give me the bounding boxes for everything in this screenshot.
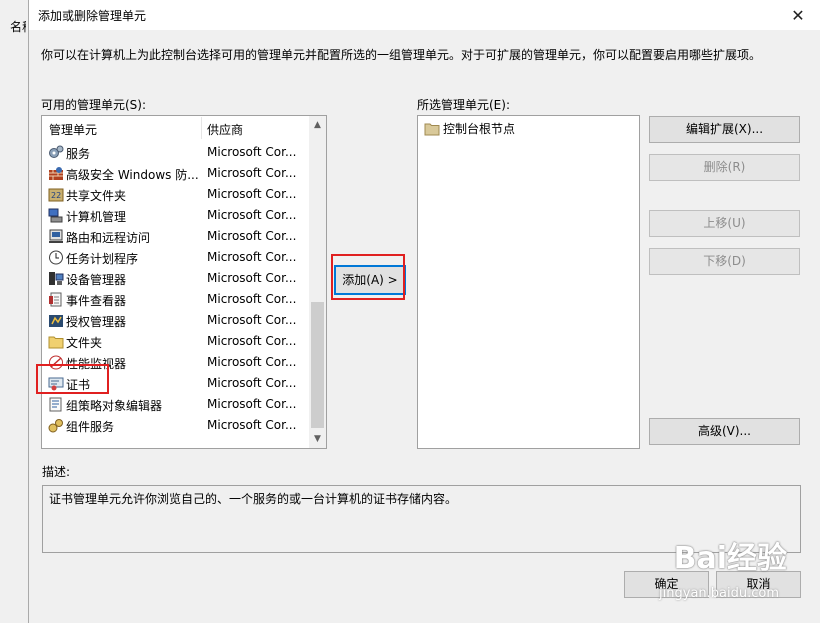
device-manager-icon <box>48 271 64 286</box>
snapin-name: 任务计划程序 <box>66 252 139 266</box>
watermark-brand: Bai经验 <box>673 541 787 576</box>
advanced-button[interactable]: 高级(V)... <box>649 418 800 445</box>
routing-icon <box>48 229 64 244</box>
list-item[interactable]: 控制台根节点 <box>424 120 515 139</box>
authorization-icon <box>48 313 64 328</box>
shared-folder-icon: 22 <box>48 187 64 202</box>
snapin-vendor: Microsoft Cor... <box>207 229 297 243</box>
list-header: 管理单元 供应商 <box>42 116 310 140</box>
list-item[interactable]: 组件服务 Microsoft Cor... <box>42 415 310 436</box>
add-button-highlight <box>331 254 405 300</box>
add-remove-snapins-dialog: 添加或删除管理单元 ✕ 你可以在计算机上为此控制台选择可用的管理单元并配置所选的… <box>28 0 820 623</box>
firewall-icon <box>48 166 64 181</box>
snapin-vendor: Microsoft Cor... <box>207 397 297 411</box>
snapin-vendor: Microsoft Cor... <box>207 166 297 180</box>
list-item[interactable]: 设备管理器 Microsoft Cor... <box>42 268 310 289</box>
snapin-name: 路由和远程访问 <box>66 231 151 245</box>
list-item[interactable]: 高级安全 Windows 防... Microsoft Cor... <box>42 163 310 184</box>
move-up-button[interactable]: 上移(U) <box>649 210 800 237</box>
snapin-name: 计算机管理 <box>66 210 127 224</box>
column-divider[interactable] <box>201 117 202 139</box>
list-item[interactable]: 组策略对象编辑器 Microsoft Cor... <box>42 394 310 415</box>
snapin-vendor: Microsoft Cor... <box>207 313 297 327</box>
snapin-vendor: Microsoft Cor... <box>207 271 297 285</box>
snapin-name: 设备管理器 <box>66 273 127 287</box>
snapin-vendor: Microsoft Cor... <box>207 355 297 369</box>
snapin-vendor: Microsoft Cor... <box>207 292 297 306</box>
folder-icon <box>48 334 64 349</box>
component-services-icon <box>48 418 64 433</box>
background-column-label: 名称 <box>10 20 26 34</box>
snapin-vendor: Microsoft Cor... <box>207 250 297 264</box>
dialog-title: 添加或删除管理单元 <box>38 9 147 23</box>
selected-snapins-label: 所选管理单元(E): <box>417 98 510 112</box>
snapin-vendor: Microsoft Cor... <box>207 376 297 390</box>
gears-icon <box>48 145 64 160</box>
list-item[interactable]: 授权管理器 Microsoft Cor... <box>42 310 310 331</box>
available-snapins-label: 可用的管理单元(S): <box>41 98 147 112</box>
intro-text: 你可以在计算机上为此控制台选择可用的管理单元并配置所选的一组管理单元。对于可扩展… <box>41 48 762 62</box>
snapin-name: 服务 <box>66 147 91 161</box>
description-label: 描述: <box>42 465 71 479</box>
list-item[interactable]: 文件夹 Microsoft Cor... <box>42 331 310 352</box>
list-item[interactable]: 事件查看器 Microsoft Cor... <box>42 289 310 310</box>
snapin-vendor: Microsoft Cor... <box>207 145 297 159</box>
selected-item-label: 控制台根节点 <box>443 122 516 136</box>
description-text: 证书管理单元允许你浏览自己的、一个服务的或一台计算机的证书存储内容。 <box>49 492 458 506</box>
snapin-name: 组件服务 <box>66 420 115 434</box>
snapin-name: 共享文件夹 <box>66 189 127 203</box>
computer-management-icon <box>48 208 64 223</box>
snapin-name: 授权管理器 <box>66 315 127 329</box>
edit-extensions-button[interactable]: 编辑扩展(X)... <box>649 116 800 143</box>
clock-icon <box>48 250 64 265</box>
available-snapins-list[interactable]: 管理单元 供应商 服务 Microsoft Cor... 高级安全 Windows … <box>41 115 327 449</box>
column-header-snapin[interactable]: 管理单元 <box>49 121 97 138</box>
scroll-up-icon[interactable]: ▲ <box>309 116 326 134</box>
snapin-name: 文件夹 <box>66 336 103 350</box>
snapin-vendor: Microsoft Cor... <box>207 334 297 348</box>
folder-icon <box>424 122 440 139</box>
scroll-down-icon[interactable]: ▼ <box>309 430 326 448</box>
list-item[interactable]: 计算机管理 Microsoft Cor... <box>42 205 310 226</box>
snapin-vendor: Microsoft Cor... <box>207 208 297 222</box>
list-item[interactable]: 任务计划程序 Microsoft Cor... <box>42 247 310 268</box>
selected-snapins-list[interactable]: 控制台根节点 <box>417 115 640 449</box>
snapin-vendor: Microsoft Cor... <box>207 418 297 432</box>
certificate-item-highlight <box>36 364 109 394</box>
event-viewer-icon <box>48 292 64 307</box>
move-down-button[interactable]: 下移(D) <box>649 248 800 275</box>
vertical-scrollbar[interactable]: ▲ ▼ <box>309 116 326 448</box>
svg-text:22: 22 <box>51 191 61 200</box>
list-item[interactable]: 22 共享文件夹 Microsoft Cor... <box>42 184 310 205</box>
title-bar: 添加或删除管理单元 ✕ <box>29 0 820 30</box>
remove-button[interactable]: 删除(R) <box>649 154 800 181</box>
list-item[interactable]: 服务 Microsoft Cor... <box>42 142 310 163</box>
close-icon: ✕ <box>791 5 805 25</box>
close-button[interactable]: ✕ <box>775 0 820 30</box>
scrollbar-thumb[interactable] <box>311 302 324 428</box>
column-header-vendor[interactable]: 供应商 <box>207 121 243 138</box>
watermark-url: jingyan.baidu.com <box>659 586 779 601</box>
snapin-vendor: Microsoft Cor... <box>207 187 297 201</box>
snapin-name: 事件查看器 <box>66 294 127 308</box>
snapin-name: 组策略对象编辑器 <box>66 399 163 413</box>
snapin-name: 高级安全 Windows 防... <box>66 168 199 182</box>
group-policy-icon <box>48 397 64 412</box>
background-window: 名称 <box>0 0 29 623</box>
list-item[interactable]: 路由和远程访问 Microsoft Cor... <box>42 226 310 247</box>
